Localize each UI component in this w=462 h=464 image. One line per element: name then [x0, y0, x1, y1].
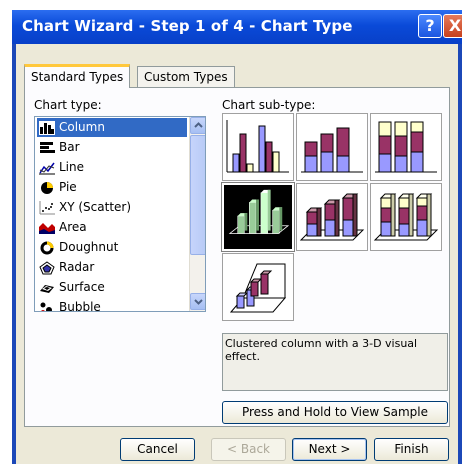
back-button[interactable]: < Back	[211, 438, 286, 461]
surface-chart-icon	[40, 285, 54, 293]
chart-type-list[interactable]: Column Bar Line Pie XY (Scatter) Area Do…	[34, 116, 206, 312]
3d-stacked-column-icon	[299, 193, 365, 241]
subtype-3d-column[interactable]	[222, 253, 294, 321]
percent-stacked-column-icon	[375, 121, 437, 173]
list-item-bar[interactable]: Bar	[37, 138, 187, 157]
stacked-column-icon	[301, 127, 363, 173]
chevron-up-icon	[194, 122, 203, 128]
subtype-stacked-column[interactable]	[296, 113, 368, 181]
subtype-clustered-column[interactable]	[222, 113, 294, 181]
bar-chart-icon	[40, 142, 55, 153]
column-chart-icon	[39, 121, 55, 135]
tab-custom-types[interactable]: Custom Types	[137, 66, 235, 88]
dialog-body: Standard Types Custom Types Chart type: …	[16, 44, 458, 464]
dialog-title: Chart Wizard - Step 1 of 4 - Chart Type	[22, 17, 353, 35]
cancel-button[interactable]: Cancel	[120, 438, 195, 461]
list-item-area[interactable]: Area	[37, 218, 187, 237]
chart-wizard-dialog: Chart Wizard - Step 1 of 4 - Chart Type …	[12, 10, 462, 464]
radar-chart-icon	[39, 261, 55, 275]
tab-standard-types[interactable]: Standard Types	[24, 64, 131, 88]
next-button[interactable]: Next >	[292, 438, 367, 461]
subtype-description: Clustered column with a 3-D visual effec…	[222, 333, 448, 391]
scroll-thumb[interactable]	[190, 135, 205, 255]
chevron-down-icon	[194, 299, 203, 305]
scroll-up-button[interactable]	[190, 117, 205, 134]
chart-type-scrollbar[interactable]	[189, 117, 205, 311]
list-item-column[interactable]: Column	[37, 118, 187, 137]
list-item-bubble[interactable]: Bubble	[37, 298, 187, 311]
3d-percent-stacked-column-icon	[373, 193, 439, 241]
3d-column-icon	[229, 263, 287, 313]
chart-subtype-label: Chart sub-type:	[222, 98, 316, 112]
list-item-line[interactable]: Line	[37, 158, 187, 177]
press-and-hold-sample-button[interactable]: Press and Hold to View Sample	[222, 401, 448, 424]
subtype-description-text: Clustered column with a 3-D visual effec…	[225, 337, 418, 363]
title-bar[interactable]: Chart Wizard - Step 1 of 4 - Chart Type …	[12, 10, 462, 44]
pie-chart-icon	[41, 182, 53, 194]
subtype-3d-stacked-column[interactable]	[296, 183, 368, 251]
help-button[interactable]: ?	[418, 14, 442, 38]
list-item-xy-scatter[interactable]: XY (Scatter)	[37, 198, 187, 217]
area-chart-icon	[39, 223, 55, 234]
list-item-doughnut[interactable]: Doughnut	[37, 238, 187, 257]
subtype-3d-100-stacked-column[interactable]	[370, 183, 442, 251]
line-chart-icon	[39, 162, 55, 175]
close-button[interactable]: X	[443, 14, 462, 38]
list-item-radar[interactable]: Radar	[37, 258, 187, 277]
3d-clustered-column-icon	[228, 189, 290, 234]
chart-type-label: Chart type:	[34, 98, 102, 112]
list-item-surface[interactable]: Surface	[37, 278, 187, 297]
list-item-pie[interactable]: Pie	[37, 178, 187, 197]
finish-button[interactable]: Finish	[374, 438, 449, 461]
bubble-chart-icon	[40, 302, 52, 311]
scroll-down-button[interactable]	[190, 293, 205, 310]
subtype-100-stacked-column[interactable]	[370, 113, 442, 181]
clustered-column-icon	[226, 120, 289, 173]
doughnut-chart-icon	[40, 241, 54, 255]
scatter-chart-icon	[39, 201, 55, 215]
subtype-3d-clustered-column[interactable]	[221, 182, 295, 252]
